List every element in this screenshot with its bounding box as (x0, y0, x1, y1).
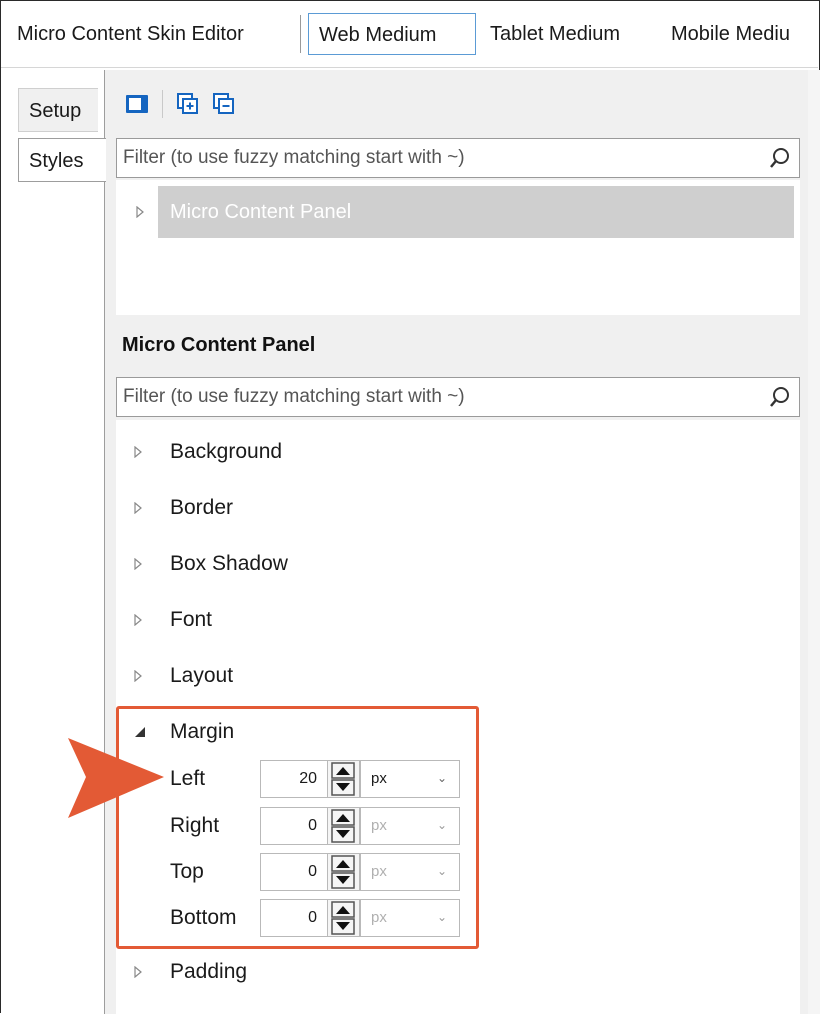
expand-arrow-icon[interactable] (134, 670, 142, 682)
property-group-label: Layout (170, 664, 234, 687)
margin-highlight-box (116, 706, 479, 949)
properties-title: Micro Content Panel (122, 334, 316, 356)
property-group-label: Font (170, 608, 213, 631)
styles-toolbar (124, 86, 237, 122)
property-group-label: Box Shadow (170, 552, 288, 575)
collapse-all-icon[interactable] (211, 91, 237, 117)
tab-web-medium[interactable]: Web Medium (308, 13, 476, 55)
property-group-label: Padding (170, 960, 248, 983)
properties-filter-input[interactable] (117, 378, 769, 416)
search-icon[interactable] (769, 147, 791, 169)
tree-item-micro-content-panel[interactable]: Micro Content Panel (158, 186, 794, 238)
expand-arrow-icon[interactable] (134, 558, 142, 570)
property-group-padding[interactable]: Padding (134, 952, 247, 992)
property-group-background[interactable]: Background (134, 432, 282, 472)
tab-styles[interactable]: Styles (18, 138, 106, 182)
toolbar-separator (162, 90, 163, 118)
properties-filter (116, 377, 800, 417)
search-icon[interactable] (769, 386, 791, 408)
expand-arrow-icon[interactable] (134, 502, 142, 514)
callout-arrow-icon (68, 738, 164, 818)
expand-arrow-icon[interactable] (134, 614, 142, 626)
expand-arrow-icon[interactable] (134, 966, 142, 978)
tab-micro-content-skin-editor[interactable]: Micro Content Skin Editor (17, 13, 244, 55)
editor-tab-bar: Micro Content Skin Editor Web Medium Tab… (1, 1, 818, 68)
tab-mobile-medium[interactable]: Mobile Mediu (671, 13, 790, 55)
tab-tablet-medium[interactable]: Tablet Medium (490, 13, 620, 55)
property-group-label: Border (170, 496, 234, 519)
expand-arrow-icon[interactable] (136, 206, 144, 218)
property-group-layout[interactable]: Layout (134, 656, 233, 696)
property-group-box-shadow[interactable]: Box Shadow (134, 544, 288, 584)
style-filter-input[interactable] (117, 139, 769, 177)
tab-setup[interactable]: Setup (18, 88, 98, 132)
property-group-font[interactable]: Font (134, 600, 212, 640)
property-group-border[interactable]: Border (134, 488, 233, 528)
expand-arrow-icon[interactable] (134, 446, 142, 458)
style-tree: Micro Content Panel (116, 180, 800, 315)
panel-toggle-icon[interactable] (124, 91, 150, 117)
expand-all-icon[interactable] (175, 91, 201, 117)
tree-item-label: Micro Content Panel (170, 201, 352, 223)
panel-scrollbar[interactable] (808, 70, 820, 1014)
property-group-label: Background (170, 440, 283, 463)
tab-separator (300, 15, 301, 53)
style-filter (116, 138, 800, 178)
